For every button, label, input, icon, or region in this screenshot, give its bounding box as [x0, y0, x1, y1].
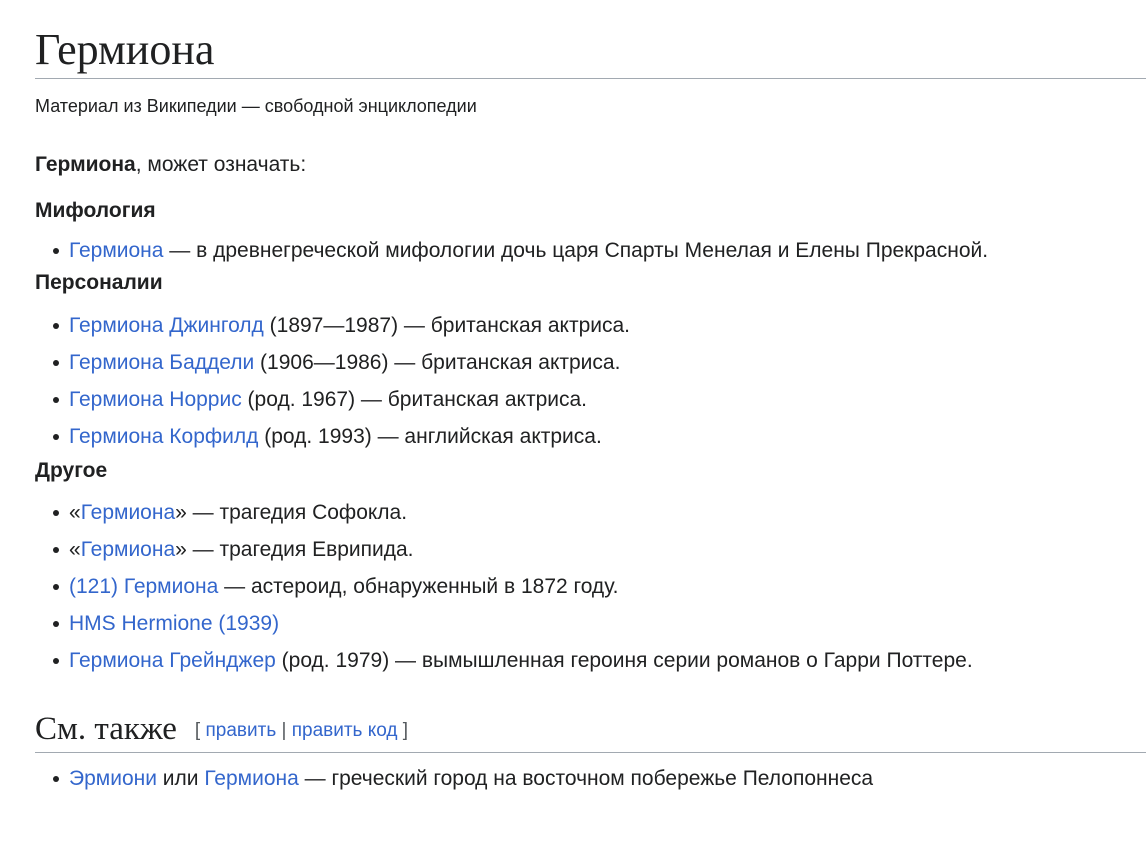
- link-hermione-myth[interactable]: Гермиона: [69, 239, 163, 262]
- list-persons: Гермиона Джинголд (1897—1987) — британск…: [35, 307, 1146, 455]
- list-see-also: Эрмиони или Гермиона — греческий город н…: [35, 760, 1146, 797]
- list-item: «Гермиона» — трагедия Еврипида.: [34, 531, 1146, 568]
- page-title: Гермиона: [35, 0, 1146, 79]
- lead-text: , может означать:: [135, 153, 307, 176]
- edit-section-links: [ править | править код ]: [195, 720, 408, 741]
- item-text: или: [156, 767, 205, 790]
- lead-paragraph: Гермиона, может означать:: [35, 153, 1146, 177]
- link-asteroid-hermione[interactable]: (121) Гермиона: [69, 575, 218, 598]
- lead-bold-term: Гермиона: [35, 153, 136, 176]
- list-item: «Гермиона» — трагедия Софокла.: [34, 494, 1146, 531]
- item-text: — в древнегреческой мифологии дочь царя …: [163, 239, 989, 262]
- bullet-icon: [53, 248, 59, 254]
- list-item: (121) Гермиона — астероид, обнаруженный …: [34, 568, 1146, 605]
- list-item: HMS Hermione (1939): [34, 605, 1146, 642]
- list-item: Гермиона Джинголд (1897—1987) — британск…: [34, 307, 1146, 344]
- edit-source-link[interactable]: править код: [292, 720, 398, 741]
- item-text: (1897—1987) — британская актриса.: [263, 314, 631, 337]
- see-also-title: См. также: [35, 711, 177, 747]
- list-other: «Гермиона» — трагедия Софокла. «Гермиона…: [35, 494, 1146, 679]
- item-text: — астероид, обнаруженный в 1872 году.: [218, 575, 619, 598]
- bullet-icon: [53, 360, 59, 366]
- item-text: — греческий город на восточном побережье…: [298, 767, 874, 790]
- list-item: Эрмиони или Гермиона — греческий город н…: [34, 760, 1146, 797]
- link-hermione-corfield[interactable]: Гермиона Корфилд: [69, 425, 258, 448]
- edit-bracket-open: [: [194, 720, 201, 741]
- link-hermione-granger[interactable]: Гермиона Грейнджер: [69, 649, 276, 672]
- link-hermione-norris[interactable]: Гермиона Норрис: [69, 388, 242, 411]
- item-text: » — трагедия Софокла.: [175, 501, 408, 524]
- link-ermioni[interactable]: Эрмиони: [69, 767, 157, 790]
- list-item: Гермиона Баддели (1906—1986) — британска…: [34, 344, 1146, 381]
- link-hermione-baddeley[interactable]: Гермиона Баддели: [69, 351, 254, 374]
- link-hms-hermione[interactable]: HMS Hermione (1939): [69, 612, 279, 635]
- list-item: Гермиона Норрис (род. 1967) — британская…: [34, 381, 1146, 418]
- bullet-icon: [53, 621, 59, 627]
- item-text: (род. 1979) — вымышленная героиня серии …: [275, 649, 973, 672]
- list-mythology: Гермиона — в древнегреческой мифологии д…: [35, 232, 1146, 269]
- section-heading-persons: Персоналии: [35, 271, 163, 294]
- item-prefix: «: [69, 538, 81, 561]
- item-text: (род. 1967) — британская актриса.: [241, 388, 588, 411]
- item-text: » — трагедия Еврипида.: [175, 538, 414, 561]
- item-text: (род. 1993) — английская актриса.: [258, 425, 602, 448]
- list-item: Гермиона Корфилд (род. 1993) — английска…: [34, 418, 1146, 455]
- item-prefix: «: [69, 501, 81, 524]
- edit-separator: |: [281, 720, 287, 741]
- bullet-icon: [53, 776, 59, 782]
- item-text: (1906—1986) — британская актриса.: [254, 351, 621, 374]
- list-item: Гермиона Грейнджер (род. 1979) — вымышле…: [34, 642, 1146, 679]
- bullet-icon: [53, 658, 59, 664]
- bullet-icon: [53, 547, 59, 553]
- section-heading-other: Другое: [35, 459, 108, 482]
- edit-bracket-close: ]: [402, 720, 409, 741]
- bullet-icon: [53, 397, 59, 403]
- site-subtitle: Материал из Википедии — свободной энцикл…: [35, 96, 477, 116]
- section-heading-see-also: См. также [ править | править код ]: [35, 711, 1146, 753]
- edit-link[interactable]: править: [205, 720, 276, 741]
- link-hermione-sophocles[interactable]: Гермиона: [81, 501, 175, 524]
- link-hermione-gingold[interactable]: Гермиона Джинголд: [69, 314, 264, 337]
- bullet-icon: [53, 510, 59, 516]
- bullet-icon: [53, 584, 59, 590]
- bullet-icon: [53, 323, 59, 329]
- bullet-icon: [53, 434, 59, 440]
- link-hermione-city[interactable]: Гермиона: [204, 767, 298, 790]
- list-item: Гермиона — в древнегреческой мифологии д…: [34, 232, 1146, 269]
- section-heading-mythology: Мифология: [35, 199, 156, 222]
- link-hermione-euripides[interactable]: Гермиона: [81, 538, 175, 561]
- article-content: Гермиона Материал из Википедии — свободн…: [35, 0, 1146, 797]
